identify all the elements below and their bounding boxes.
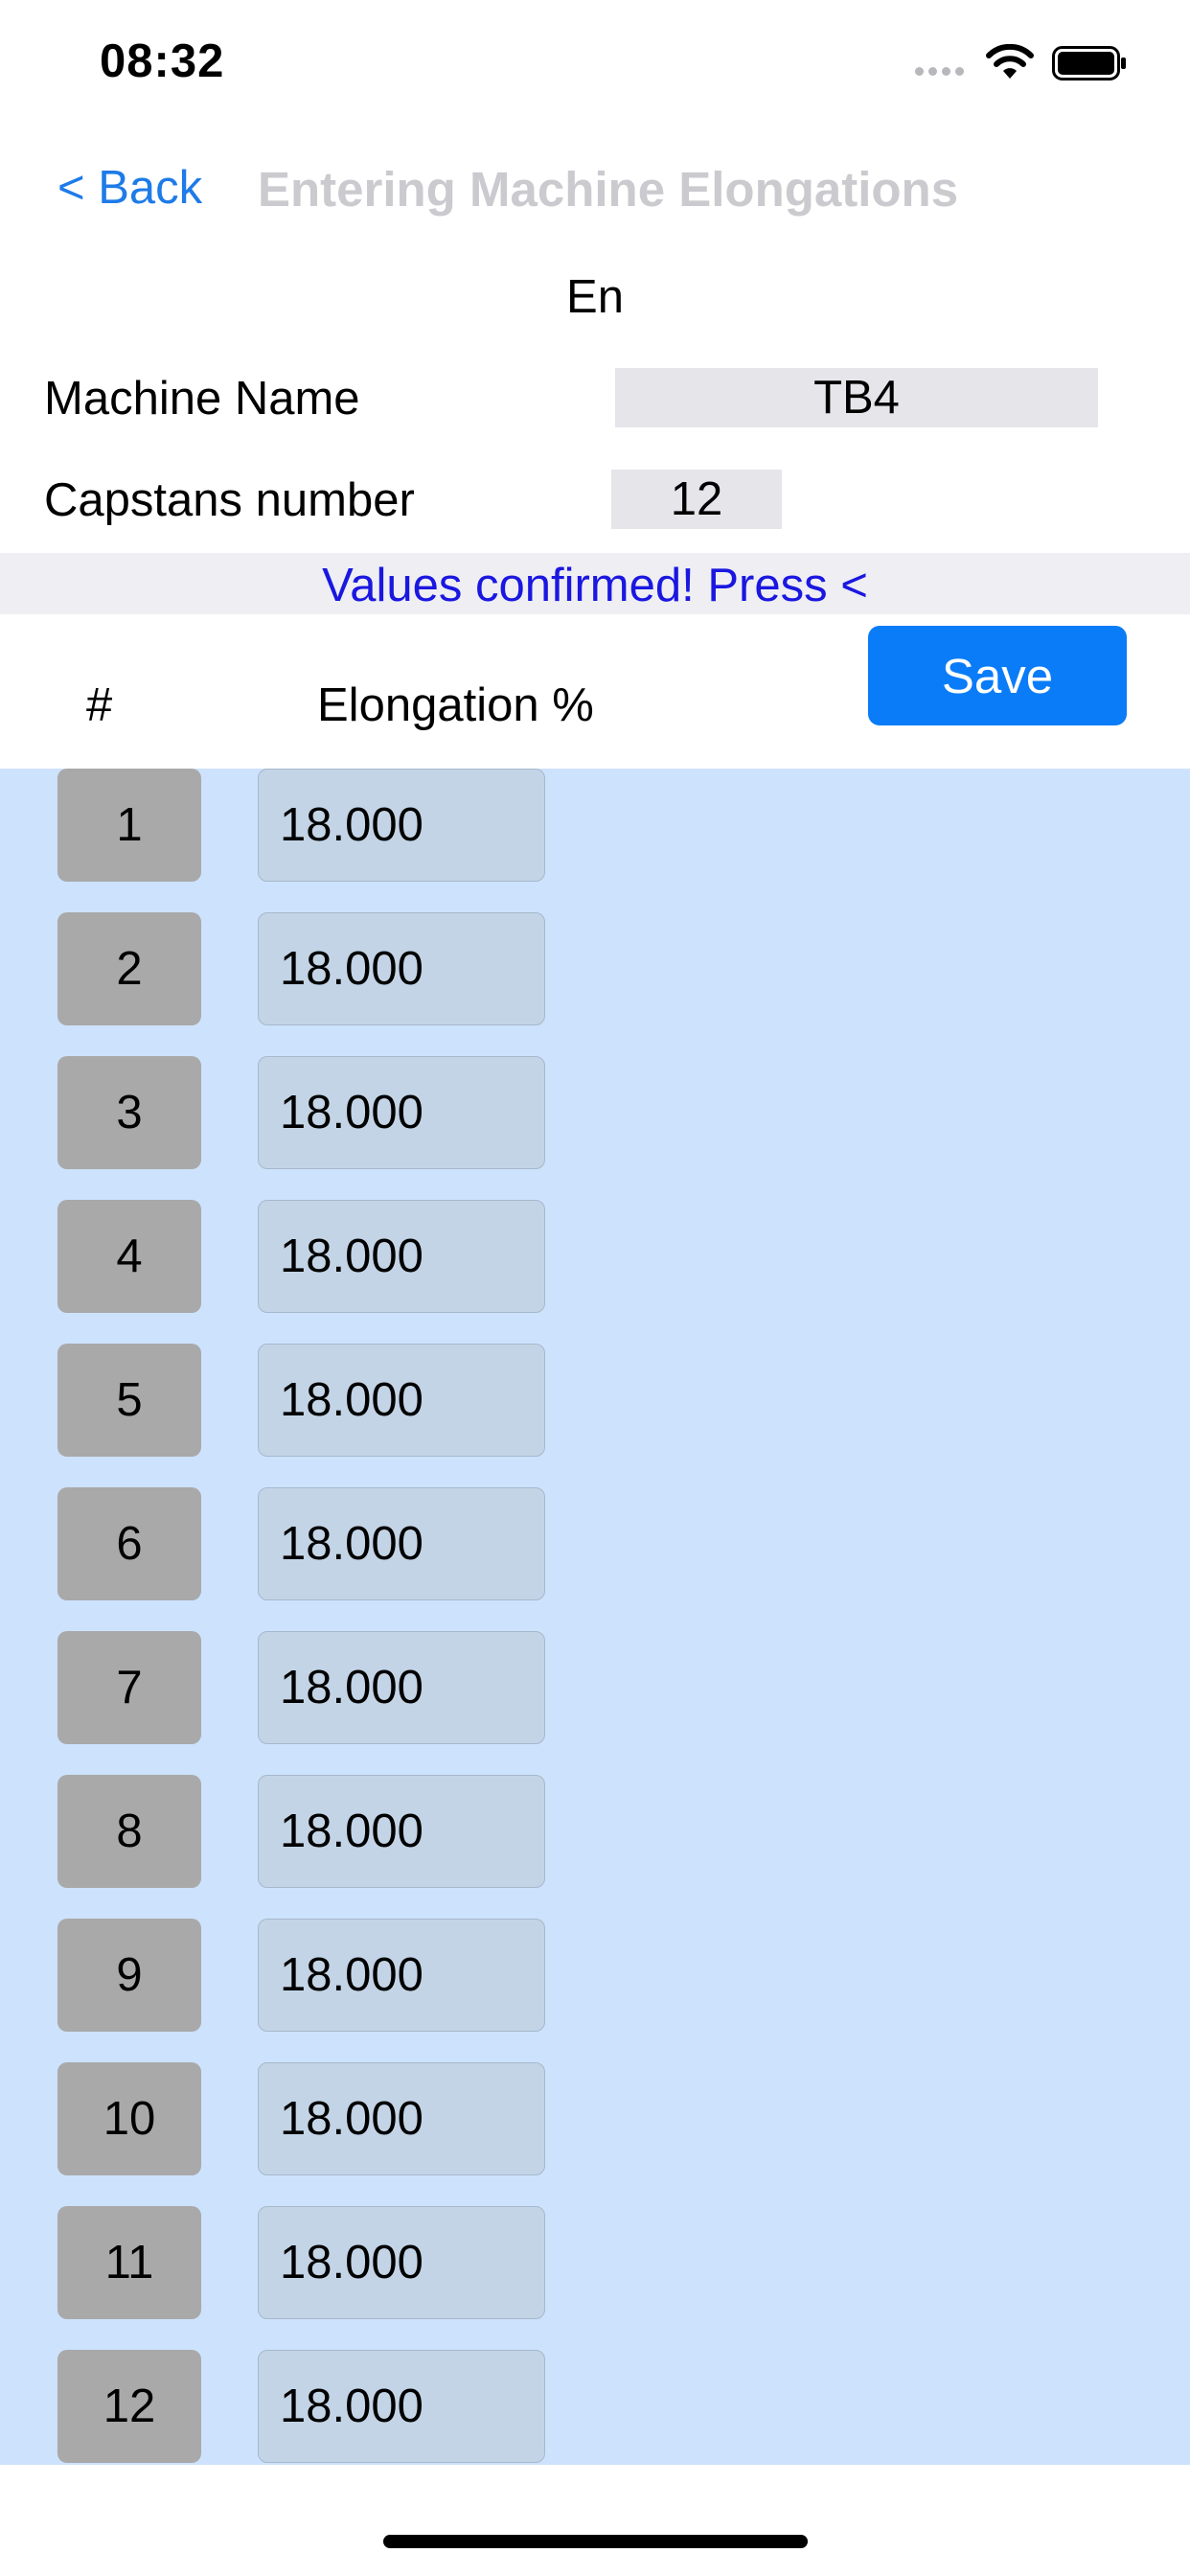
row-index-button[interactable]: 3: [57, 1056, 201, 1169]
elongation-value-field[interactable]: [258, 1775, 545, 1888]
elongation-value-field[interactable]: [258, 1919, 545, 2032]
column-header-index: #: [86, 679, 113, 731]
machine-name-field[interactable]: [615, 368, 1098, 427]
elongation-value-field[interactable]: [258, 1631, 545, 1744]
row-index-button[interactable]: 1: [57, 769, 201, 882]
elongation-value-field[interactable]: [258, 1344, 545, 1457]
row-index-button[interactable]: 6: [57, 1487, 201, 1600]
elongation-value-field[interactable]: [258, 2062, 545, 2175]
row-index-button[interactable]: 8: [57, 1775, 201, 1888]
row-index-button[interactable]: 5: [57, 1344, 201, 1457]
machine-name-label: Machine Name: [44, 373, 360, 425]
elongation-value-field[interactable]: [258, 912, 545, 1025]
save-button[interactable]: Save: [868, 626, 1127, 725]
capstans-number-label: Capstans number: [44, 474, 415, 526]
home-indicator[interactable]: [383, 2535, 808, 2548]
status-time: 08:32: [100, 35, 225, 87]
elongation-value-field[interactable]: [258, 2206, 545, 2319]
wifi-icon: [986, 44, 1034, 79]
row-index-button[interactable]: 12: [57, 2350, 201, 2463]
row-index-button[interactable]: 10: [57, 2062, 201, 2175]
row-index-button[interactable]: 4: [57, 1200, 201, 1313]
column-header-elongation: Elongation %: [317, 679, 594, 731]
elongation-value-field[interactable]: [258, 1200, 545, 1313]
elongation-value-field[interactable]: [258, 769, 545, 882]
elongation-value-field[interactable]: [258, 1487, 545, 1600]
row-index-button[interactable]: 11: [57, 2206, 201, 2319]
row-index-button[interactable]: 9: [57, 1919, 201, 2032]
elongation-value-field[interactable]: [258, 1056, 545, 1169]
status-message: Values confirmed! Press <: [322, 560, 868, 611]
page-title: Entering Machine Elongations: [258, 162, 959, 217]
row-index-button[interactable]: 2: [57, 912, 201, 1025]
cellular-signal-icon: [915, 67, 964, 76]
language-label: En: [566, 271, 624, 323]
capstans-number-field[interactable]: [611, 470, 782, 529]
row-index-button[interactable]: 7: [57, 1631, 201, 1744]
back-button[interactable]: < Back: [57, 161, 202, 215]
battery-icon: [1052, 46, 1126, 80]
elongation-value-field[interactable]: [258, 2350, 545, 2463]
